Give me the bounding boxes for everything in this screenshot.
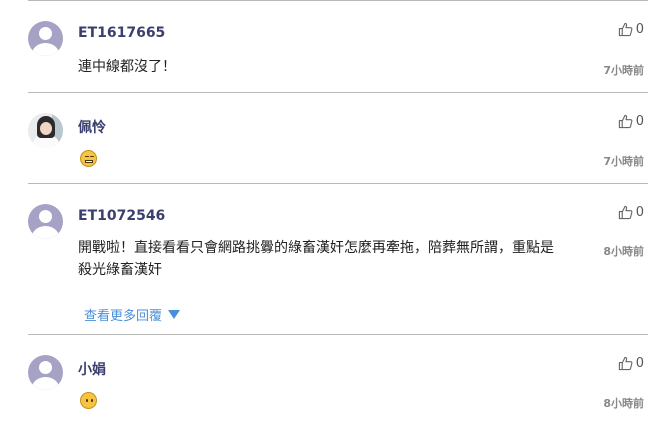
comment-username[interactable]: ET1072546 [78,208,165,224]
divider [28,0,648,1]
comment-text: 開戰啦！直接看看只會網路挑釁的綠畜漢奸怎麼再牽拖，陪葬無所謂，重點是殺光綠畜漢奸 [78,240,554,278]
like-count: 0 [635,114,644,129]
comment-item: 小娟 0 8小時前 [28,355,648,415]
comment-time: 7小時前 [603,155,644,168]
like-button[interactable]: 0 [618,22,644,37]
divider [28,334,648,335]
divider [28,92,648,93]
view-more-replies-link[interactable]: 查看更多回覆 [84,305,181,324]
like-count: 0 [635,205,644,220]
triangle-down-icon [168,310,181,319]
avatar[interactable] [28,113,63,148]
comment-username[interactable]: ET1617665 [78,25,165,41]
thumbs-up-icon [618,114,633,129]
grimacing-face-icon [80,150,97,167]
like-button[interactable]: 0 [618,114,644,129]
comment-item: ET1072546 0 開戰啦！直接看看只會網路挑釁的綠畜漢奸怎麼再牽拖，陪葬無… [28,204,648,329]
comment-username[interactable]: 小娟 [78,359,106,379]
divider [28,183,648,184]
thumbs-up-icon [618,22,633,37]
comment-item: ET1617665 0 連中線都沒了！ 7小時前 [28,21,648,81]
avatar[interactable] [28,204,63,239]
comment-time: 8小時前 [603,245,644,258]
like-count: 0 [635,22,644,37]
like-button[interactable]: 0 [618,205,644,220]
comment-time: 7小時前 [603,64,644,77]
thumbs-up-icon [618,205,633,220]
thumbs-up-icon [618,356,633,371]
like-count: 0 [635,356,644,371]
comment-text: 連中線都沒了！ [78,59,176,75]
comment-username[interactable]: 佩怜 [78,117,106,137]
avatar[interactable] [28,355,63,390]
neutral-face-icon [80,392,97,409]
like-button[interactable]: 0 [618,356,644,371]
comment-item: 佩怜 0 7小時前 [28,113,648,173]
comment-time: 8小時前 [603,397,644,410]
avatar[interactable] [28,21,63,56]
